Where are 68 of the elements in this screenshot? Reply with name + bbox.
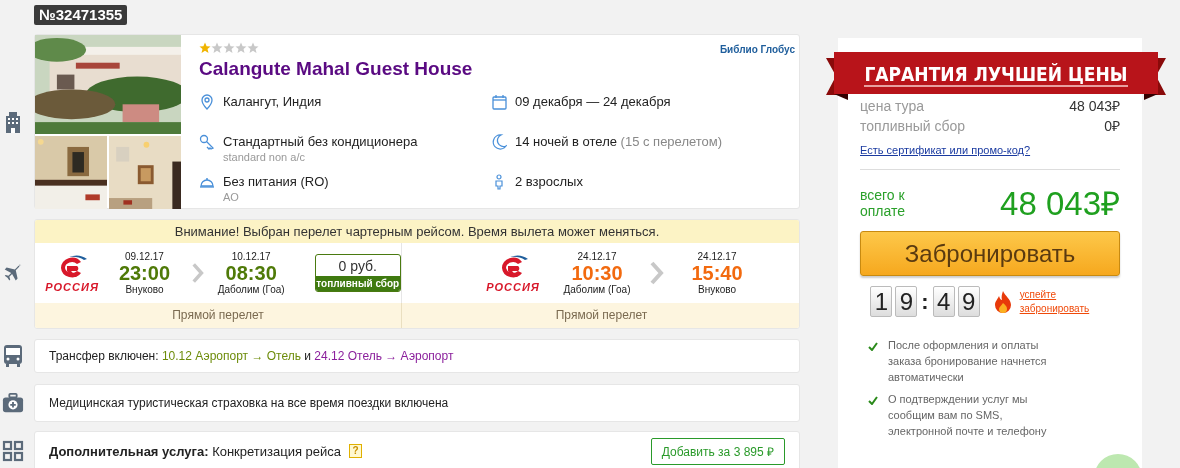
airline-name: РОССИЯ [486,280,540,293]
check-icon [868,342,878,351]
timer-digit: 1 [870,286,893,317]
airport-name: Внуково [125,284,164,295]
price-value: 0₽ [1104,117,1120,136]
detail-text: Стандартный без кондиционера [223,134,418,149]
flight-time: 10:30 [571,262,623,284]
check-icon [868,396,878,405]
timer-digit: 4 [932,286,955,317]
flight-time: 15:40 [691,262,743,284]
book-button[interactable]: Забронировать [860,231,1120,276]
timer-digit: 9 [895,286,918,317]
total-price: 48 043₽ [1000,184,1120,224]
add-service-button[interactable]: Добавить за 3 895 ₽ [650,437,785,465]
airline-name: РОССИЯ [45,280,99,293]
detail-text: 09 декабря — 24 декабря [515,94,671,109]
flight-date: 24.12.17 [697,251,737,262]
airport-name: Даболим (Гоа) [217,284,285,295]
detail-text: 14 ночей в отеле (15 с перелетом) [515,134,723,149]
benefit-text: После оформления и оплаты заказа бронирование начнется автоматически [888,338,1048,385]
key-icon [199,134,215,150]
flight-date: 24.12.17 [577,251,617,262]
bus-icon [2,344,24,368]
hurry-booking-link[interactable]: успейте забронировать [1019,287,1110,316]
price-guarantee-banner: ГАРАНТИЯ ЛУЧШЕЙ ЦЕНЫ [826,50,1166,100]
calendar-icon [491,94,507,110]
detail-text: Калангут, Индия [223,94,322,109]
detail-note: AO [223,191,240,203]
location-pin-icon [199,94,215,110]
star-icon [247,42,259,54]
chevron-right-icon [191,261,204,285]
star-icon [223,42,235,54]
star-icon [211,42,223,54]
medical-kit-icon [2,391,24,415]
fuel-price: 0 руб. [338,257,377,276]
transfer-text: Трансфер включен: 10.12 Аэропорт → Отель и 24.12 Отель → Аэропорт [49,349,454,363]
flight-date: 09.12.17 [125,251,164,262]
detail-text: Без питания (RO) [223,174,329,189]
timer-digit: 9 [957,286,980,317]
flight-date: 10.12.17 [231,251,271,262]
hotel-name[interactable]: Calangute Mahal Guest House [199,58,473,80]
benefit-text: О подтверждении услуг мы сообщим вам по SMS, электронной почте и телефону [888,392,1048,439]
total-label: всего к оплате [860,186,907,219]
price-label: топливный сбор [860,117,966,136]
promo-code-link[interactable]: Есть сертификат или промо-код? [860,144,1031,156]
detail-text: 2 взрослых [515,174,583,189]
star-icon [235,42,247,54]
flight-time: 08:30 [225,262,277,284]
route-type: Прямой перелет [171,307,265,324]
timer-separator: : [921,288,929,315]
tour-operator: Библио Глобус [719,44,795,55]
order-number-badge: №32471355 [34,5,128,25]
star-icon [199,42,211,54]
airport-name: Внуково [698,284,736,295]
price-value: 48 043₽ [1069,97,1120,116]
moon-icon [491,134,507,150]
flame-icon [992,289,1013,314]
detail-note: standard non a/c [223,151,306,163]
grid-icon [2,439,24,463]
route-type: Прямой перелет [401,303,799,328]
fuel-label: топливный сбор [315,276,400,291]
flight-time: 23:00 [118,262,171,284]
price-label: цена тура [860,97,925,116]
insurance-text: Медицинская туристическая страховка на все время поездки включена [49,396,449,410]
charter-warning-notice: Внимание! Выбран перелет чартерным рейсом. Время вылета может меняться. [35,220,799,243]
extra-service-text: Дополнительная услуга: Конкретизация рейса [49,443,342,459]
airport-name: Даболим (Гоа) [563,284,631,295]
chevron-right-icon [650,261,664,285]
